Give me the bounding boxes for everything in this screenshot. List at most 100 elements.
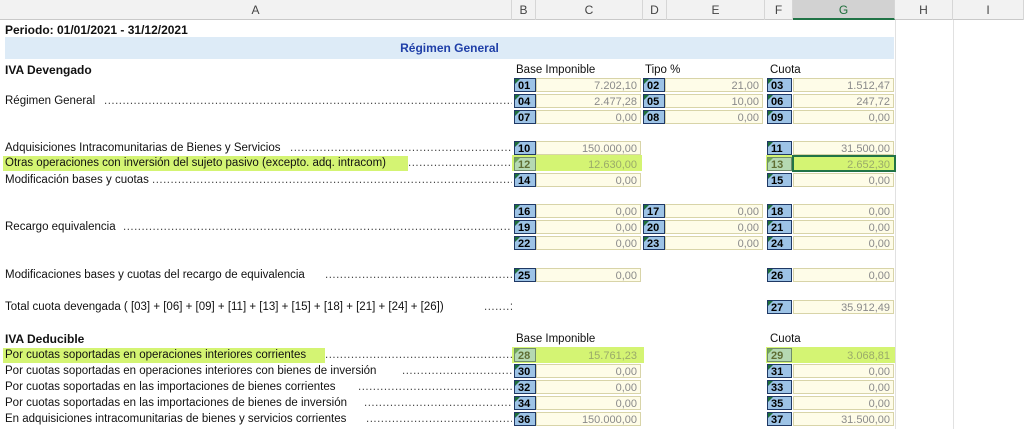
column-header-b[interactable]: B xyxy=(512,0,536,20)
value-cell[interactable]: 0,00 xyxy=(793,396,894,410)
value-cell[interactable]: 7.202,10 xyxy=(536,78,641,92)
box-code: 20 xyxy=(643,220,665,234)
modificacion-label: Modificación bases y cuotas xyxy=(5,174,149,186)
box-code: 13 xyxy=(767,157,792,171)
deducible-row-label: En adquisiciones intracomunitarias de bi… xyxy=(5,413,347,425)
total-value-cell[interactable]: 35.912,49 xyxy=(793,300,894,314)
box-code: 21 xyxy=(767,220,792,234)
value-cell[interactable]: 0,00 xyxy=(536,380,641,394)
box-code: 33 xyxy=(767,380,792,394)
value-cell[interactable]: 0,00 xyxy=(536,110,641,124)
col-base-imponible: Base Imponible xyxy=(516,64,596,76)
leader-dots: ........................................… xyxy=(152,174,512,186)
box-code: 15 xyxy=(767,173,792,187)
box-code: 24 xyxy=(767,236,792,250)
box-code: 05 xyxy=(643,94,665,108)
leader-dots: ........................................… xyxy=(366,413,512,425)
selected-cell-outline xyxy=(792,155,896,172)
leader-dots: ........................................… xyxy=(290,142,512,154)
value-cell[interactable]: 0,00 xyxy=(665,236,763,250)
col-cuota: Cuota xyxy=(770,333,801,345)
value-cell[interactable]: 2.477,28 xyxy=(536,94,641,108)
leader-dots: ........................................… xyxy=(104,95,512,107)
value-cell[interactable]: 0,00 xyxy=(536,204,641,218)
modificaciones-recargo-label: Modificaciones bases y cuotas del recarg… xyxy=(5,269,305,281)
value-cell[interactable]: 12.630,00 xyxy=(536,157,641,171)
box-code: 14 xyxy=(514,173,536,187)
box-code: 16 xyxy=(514,204,536,218)
value-cell[interactable]: 0,00 xyxy=(793,364,894,378)
value-cell[interactable]: 0,00 xyxy=(793,173,894,187)
box-code: 30 xyxy=(514,364,536,378)
value-cell[interactable]: 0,00 xyxy=(665,204,763,218)
box-code: 07 xyxy=(514,110,536,124)
value-cell[interactable]: 15.761,23 xyxy=(536,348,641,362)
value-cell[interactable]: 0,00 xyxy=(665,110,763,124)
column-header-a[interactable]: A xyxy=(0,0,512,20)
leader-dots: ........................................… xyxy=(408,157,512,169)
value-cell[interactable]: 0,00 xyxy=(793,220,894,234)
value-cell[interactable]: 0,00 xyxy=(536,364,641,378)
col-cuota: Cuota xyxy=(770,64,801,76)
box-code: 17 xyxy=(643,204,665,218)
value-cell[interactable]: 10,00 xyxy=(665,94,763,108)
column-header-e[interactable]: E xyxy=(667,0,765,20)
value-cell[interactable]: 0,00 xyxy=(793,204,894,218)
value-cell[interactable]: 0,00 xyxy=(793,268,894,282)
column-header-d[interactable]: D xyxy=(643,0,667,20)
value-cell[interactable]: 3.068,81 xyxy=(793,348,894,362)
box-code: 37 xyxy=(767,412,792,426)
value-cell[interactable]: 0,00 xyxy=(536,220,641,234)
adquisiciones-label: Adquisiciones Intracomunitarias de Biene… xyxy=(5,142,281,154)
box-code: 22 xyxy=(514,236,536,250)
gridline xyxy=(895,20,896,429)
box-code: 29 xyxy=(767,348,792,362)
leader-dots: .......: xyxy=(484,301,512,313)
value-cell[interactable]: 0,00 xyxy=(793,110,894,124)
period-label: Periodo: 01/01/2021 - 31/12/2021 xyxy=(5,23,188,37)
value-cell[interactable]: 150.000,00 xyxy=(536,141,641,155)
value-cell[interactable]: 0,00 xyxy=(665,220,763,234)
recargo-label: Recargo equivalencia xyxy=(5,221,116,233)
otras-operaciones-label: Otras operaciones con inversión del suje… xyxy=(5,157,386,169)
value-cell[interactable]: 0,00 xyxy=(536,173,641,187)
deducible-row-label: Por cuotas soportadas en las importacion… xyxy=(5,381,336,393)
column-header-f[interactable]: F xyxy=(765,0,793,20)
value-cell[interactable]: 0,00 xyxy=(536,268,641,282)
value-cell[interactable]: 21,00 xyxy=(665,78,763,92)
value-cell[interactable]: 31.500,00 xyxy=(793,412,894,426)
deducible-row-label: Por cuotas soportadas en operaciones int… xyxy=(5,365,377,377)
iva-devengado-title: IVA Devengado xyxy=(5,63,92,77)
box-code: 18 xyxy=(767,204,792,218)
box-code: 09 xyxy=(767,110,792,124)
leader-dots: ........................................… xyxy=(325,269,512,281)
value-cell[interactable]: 150.000,00 xyxy=(536,412,641,426)
column-header-g[interactable]: G xyxy=(793,0,895,20)
box-code: 27 xyxy=(767,300,792,314)
value-cell[interactable]: 0,00 xyxy=(536,236,641,250)
leader-dots: ........................................… xyxy=(402,365,512,377)
deducible-row-label: Por cuotas soportadas en las importacion… xyxy=(5,397,348,409)
box-code: 10 xyxy=(514,141,536,155)
box-code: 31 xyxy=(767,364,792,378)
column-header-h[interactable]: H xyxy=(895,0,953,20)
value-cell[interactable]: 0,00 xyxy=(536,396,641,410)
value-cell[interactable]: 31.500,00 xyxy=(793,141,894,155)
leader-dots: ........................................… xyxy=(123,221,512,233)
box-code: 08 xyxy=(643,110,665,124)
box-code: 03 xyxy=(767,78,792,92)
value-cell[interactable]: 247,72 xyxy=(793,94,894,108)
box-code: 23 xyxy=(643,236,665,250)
value-cell[interactable]: 1.512,47 xyxy=(793,78,894,92)
column-header-c[interactable]: C xyxy=(536,0,643,20)
box-code: 26 xyxy=(767,268,792,282)
deducible-row-label: Por cuotas soportadas en operaciones int… xyxy=(5,349,307,361)
box-code: 11 xyxy=(767,141,792,155)
box-code: 36 xyxy=(514,412,536,426)
box-code: 32 xyxy=(514,380,536,394)
value-cell[interactable]: 0,00 xyxy=(793,380,894,394)
column-header-i[interactable]: I xyxy=(953,0,1024,20)
value-cell[interactable]: 0,00 xyxy=(793,236,894,250)
box-code: 19 xyxy=(514,220,536,234)
box-code: 35 xyxy=(767,396,792,410)
